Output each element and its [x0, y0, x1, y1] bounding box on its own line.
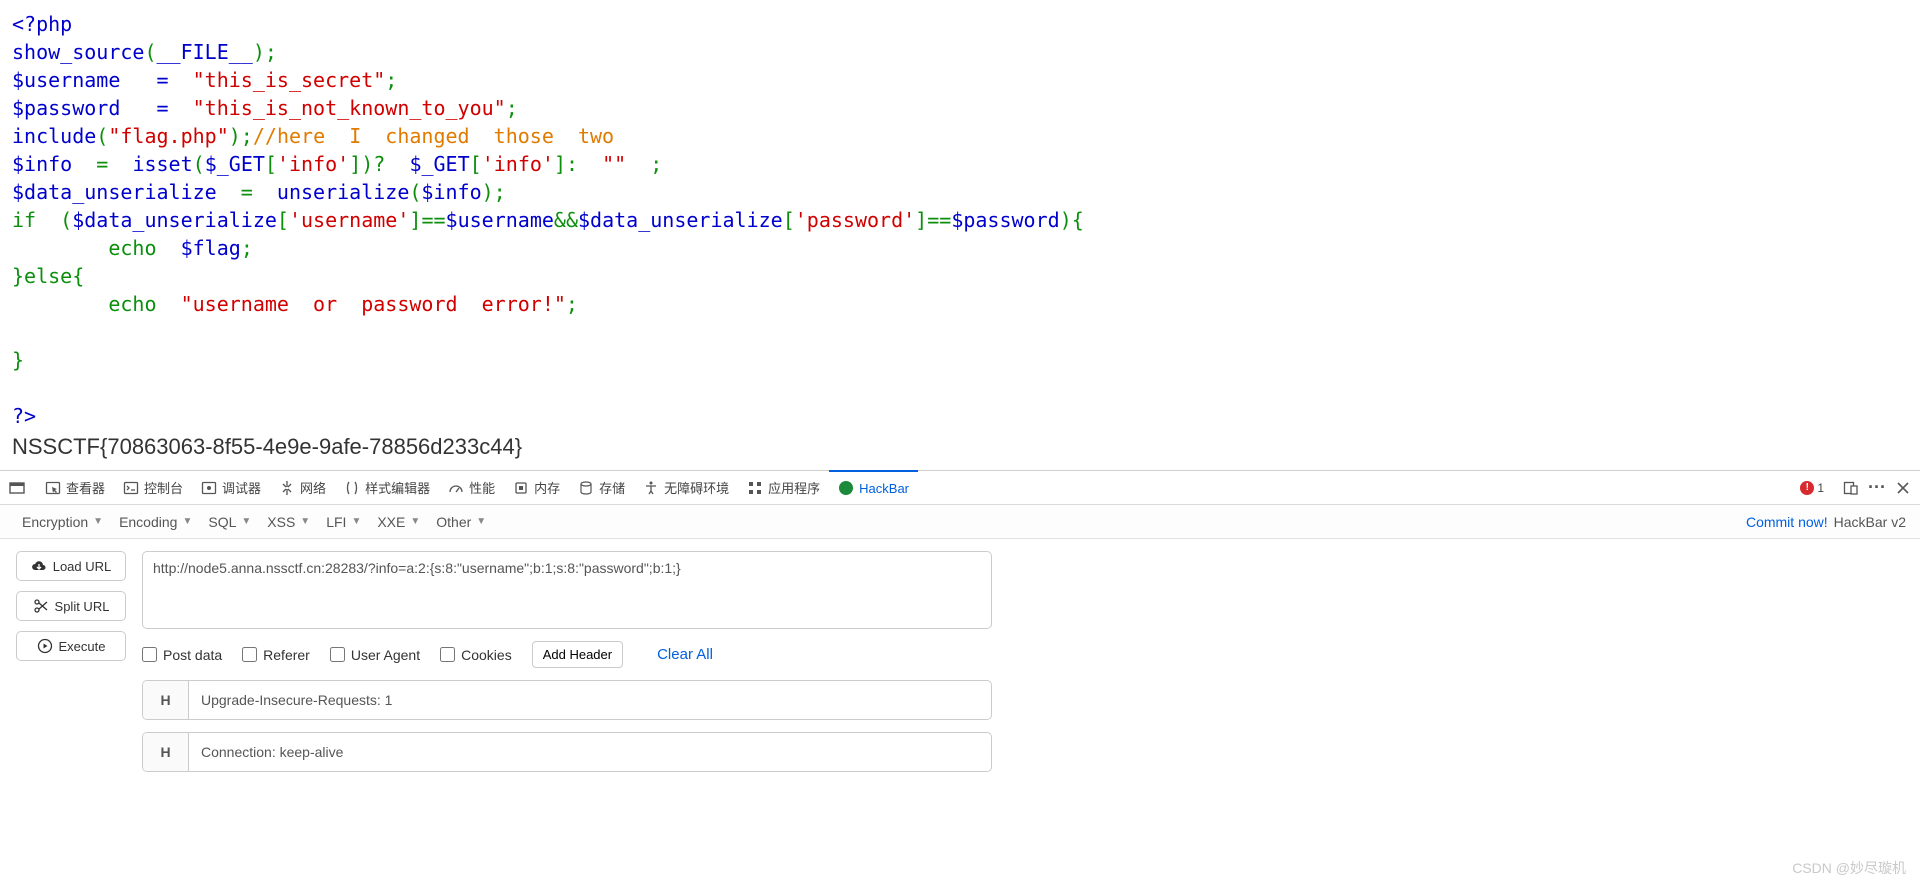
tab-accessibility[interactable]: 无障碍环境 — [634, 471, 738, 505]
tab-network[interactable]: 网络 — [270, 471, 335, 505]
more-icon[interactable]: ··· — [1868, 479, 1886, 497]
dock-icon[interactable] — [8, 479, 26, 497]
commit-link[interactable]: Commit now!HackBar v2 — [1746, 514, 1906, 530]
tab-memory[interactable]: 内存 — [504, 471, 569, 505]
tab-inspector[interactable]: 查看器 — [36, 471, 114, 505]
menu-encoding[interactable]: Encoding▼ — [111, 505, 200, 539]
error-icon: ! — [1800, 481, 1814, 495]
play-icon — [37, 638, 53, 654]
menu-xxe[interactable]: XXE▼ — [369, 505, 428, 539]
load-url-button[interactable]: Load URL — [16, 551, 126, 581]
execute-button[interactable]: Execute — [16, 631, 126, 661]
menu-xss[interactable]: XSS▼ — [259, 505, 318, 539]
php-source-code: <?php show_source(__FILE__); $username =… — [12, 10, 1908, 430]
hackbar-version: HackBar v2 — [1834, 514, 1906, 530]
watermark: CSDN @妙尽璇机 — [1792, 858, 1906, 878]
hackbar-left-buttons: Load URL Split URL Execute — [16, 551, 126, 772]
menu-other[interactable]: Other▼ — [428, 505, 494, 539]
tab-hackbar[interactable]: HackBar — [829, 470, 918, 504]
tab-storage[interactable]: 存储 — [569, 471, 634, 505]
split-url-button[interactable]: Split URL — [16, 591, 126, 621]
checkbox-post-data[interactable]: Post data — [142, 647, 222, 663]
url-input[interactable] — [142, 551, 992, 629]
hackbar-toolbar: Encryption▼ Encoding▼ SQL▼ XSS▼ LFI▼ XXE… — [0, 505, 1920, 539]
add-header-button[interactable]: Add Header — [532, 641, 623, 668]
tab-applications[interactable]: 应用程序 — [738, 471, 829, 505]
clear-all-link[interactable]: Clear All — [657, 646, 713, 663]
error-counter[interactable]: !1 — [1800, 481, 1824, 495]
scissors-icon — [33, 598, 49, 614]
header-marker: H — [143, 733, 189, 771]
menu-lfi[interactable]: LFI▼ — [318, 505, 369, 539]
tab-debugger[interactable]: 调试器 — [192, 471, 270, 505]
header-value[interactable]: Upgrade-Insecure-Requests: 1 — [189, 681, 991, 719]
options-row: Post data Referer User Agent Cookies Add… — [142, 641, 992, 668]
devtools-tab-bar: 查看器 控制台 调试器 网络 样式编辑器 性能 内存 存储 无障碍环境 应用程序… — [0, 471, 1920, 505]
php-close-tag: ?> — [12, 404, 36, 428]
hackbar-body: Load URL Split URL Execute Post data Ref… — [0, 539, 1920, 784]
page-content: <?php show_source(__FILE__); $username =… — [0, 0, 1920, 470]
checkbox-user-agent[interactable]: User Agent — [330, 647, 420, 663]
header-row[interactable]: H Upgrade-Insecure-Requests: 1 — [142, 680, 992, 720]
cloud-download-icon — [31, 558, 47, 574]
checkbox-cookies[interactable]: Cookies — [440, 647, 512, 663]
tab-performance[interactable]: 性能 — [439, 471, 504, 505]
flag-output: NSSCTF{70863063-8f55-4e9e-9afe-78856d233… — [12, 434, 1908, 460]
checkbox-referer[interactable]: Referer — [242, 647, 310, 663]
header-row[interactable]: H Connection: keep-alive — [142, 732, 992, 772]
close-devtools-icon[interactable] — [1894, 479, 1912, 497]
header-marker: H — [143, 681, 189, 719]
devtools-panel: 查看器 控制台 调试器 网络 样式编辑器 性能 内存 存储 无障碍环境 应用程序… — [0, 470, 1920, 784]
tab-style-editor[interactable]: 样式编辑器 — [335, 471, 439, 505]
menu-encryption[interactable]: Encryption▼ — [14, 505, 111, 539]
php-open-tag: <?php — [12, 12, 72, 36]
menu-sql[interactable]: SQL▼ — [200, 505, 259, 539]
tab-console[interactable]: 控制台 — [114, 471, 192, 505]
header-value[interactable]: Connection: keep-alive — [189, 733, 991, 771]
responsive-mode-icon[interactable] — [1842, 479, 1860, 497]
